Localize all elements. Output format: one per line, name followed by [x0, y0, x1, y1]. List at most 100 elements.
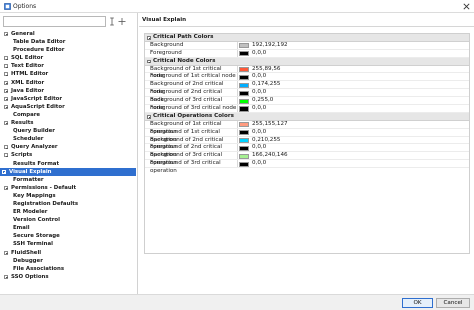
expand-toggle-icon[interactable]: [4, 145, 8, 150]
expand-toggle-icon[interactable]: [4, 250, 8, 255]
property-value[interactable]: 0,210,255: [252, 137, 280, 145]
color-swatch[interactable]: [239, 66, 249, 73]
property-row[interactable]: Foreground 0,0,0: [145, 49, 469, 58]
property-row[interactable]: Foreground of 2nd critical operation 0,0,…: [145, 144, 469, 158]
tree-item[interactable]: SSH Terminal: [2, 240, 137, 248]
property-row[interactable]: Background of 2nd critical operation 0,21…: [145, 136, 469, 150]
property-value[interactable]: 0,0,0: [252, 129, 266, 137]
text-cursor-icon[interactable]: [108, 17, 116, 26]
tree-item[interactable]: Secure Storage: [2, 232, 137, 240]
property-value[interactable]: 0,0,0: [252, 89, 266, 97]
color-swatch[interactable]: [239, 161, 249, 167]
tree-item[interactable]: Key Mappings: [2, 192, 137, 200]
expand-toggle-icon[interactable]: [4, 64, 8, 69]
expand-toggle-icon[interactable]: [4, 72, 8, 77]
property-row[interactable]: Foreground of 1st critical node 0,0,0: [145, 73, 469, 82]
tree-item[interactable]: Registration Defaults: [2, 200, 137, 208]
tree-item[interactable]: Formatter: [2, 176, 137, 184]
tree-item[interactable]: Results: [2, 119, 137, 127]
tree-item[interactable]: HTML Editor: [2, 70, 137, 78]
color-swatch[interactable]: [239, 145, 249, 152]
color-swatch[interactable]: [239, 74, 249, 81]
property-value[interactable]: 0,0,0: [252, 105, 266, 113]
search-box[interactable]: [3, 16, 106, 27]
expand-toggle-icon[interactable]: [4, 121, 8, 126]
expand-toggle-icon[interactable]: [2, 169, 6, 174]
expand-toggle-icon[interactable]: [4, 274, 8, 279]
color-swatch[interactable]: [239, 106, 249, 112]
expand-toggle-icon[interactable]: [4, 104, 8, 109]
property-value[interactable]: 0,0,0: [252, 144, 266, 152]
collapse-icon[interactable]: [147, 59, 151, 64]
cancel-button[interactable]: Cancel: [436, 298, 470, 308]
color-swatch[interactable]: [239, 82, 249, 88]
tree-item[interactable]: File Associations: [2, 265, 137, 273]
tree-item[interactable]: Visual Explain: [0, 167, 136, 176]
collapse-icon[interactable]: [147, 36, 151, 40]
color-swatch[interactable]: [239, 122, 249, 128]
property-value[interactable]: 255,89,56: [252, 66, 280, 74]
ok-button[interactable]: OK: [402, 298, 433, 308]
tree-item[interactable]: XML Editor: [2, 79, 137, 87]
expand-toggle-icon[interactable]: [4, 32, 8, 36]
tree-item[interactable]: Table Data Editor: [2, 38, 137, 46]
tree-item[interactable]: JavaScript Editor: [2, 95, 137, 103]
expand-toggle-icon[interactable]: [4, 153, 8, 158]
tree-item[interactable]: Email: [2, 224, 137, 232]
property-value[interactable]: 0,0,0: [252, 160, 266, 168]
property-section-header[interactable]: Critical Operations Colors: [145, 112, 469, 121]
property-row[interactable]: Background of 1st critical operation 255,…: [145, 120, 469, 135]
expand-toggle-icon[interactable]: [4, 185, 8, 190]
expand-toggle-icon[interactable]: [4, 96, 8, 101]
tree-item[interactable]: SSO Options: [2, 273, 137, 281]
property-row[interactable]: Background of 1st critical node 255,89,56: [145, 65, 469, 79]
tree-item[interactable]: ER Modeler: [2, 208, 137, 216]
tree-item[interactable]: Query Analyzer: [2, 143, 137, 151]
color-swatch[interactable]: [239, 51, 249, 57]
property-row[interactable]: Foreground of 3rd critical node 0,0,0: [145, 105, 469, 113]
tree-item[interactable]: Scripts: [2, 151, 137, 159]
property-value[interactable]: 0,0,0: [252, 73, 266, 81]
tree-item[interactable]: Permissions - Default: [2, 184, 137, 192]
tree-item[interactable]: General: [2, 30, 137, 38]
property-value[interactable]: 255,155,127: [252, 121, 288, 129]
property-row[interactable]: Background of 3rd critical node 0,255,0: [145, 97, 469, 111]
tree-item[interactable]: SQL Editor: [2, 54, 137, 62]
color-swatch[interactable]: [239, 130, 249, 136]
tree-item[interactable]: Query Builder: [2, 127, 137, 135]
tree-item[interactable]: Text Editor: [2, 62, 137, 70]
expand-all-icon[interactable]: [118, 17, 126, 26]
expand-toggle-icon[interactable]: [4, 88, 8, 93]
close-button[interactable]: [458, 0, 474, 13]
search-input[interactable]: [4, 17, 105, 26]
property-value[interactable]: 166,240,146: [252, 152, 288, 160]
property-value[interactable]: 0,255,0: [252, 97, 273, 105]
tree-item[interactable]: AquaScript Editor: [2, 103, 137, 111]
tree-item[interactable]: Procedure Editor: [2, 46, 137, 54]
color-swatch[interactable]: [239, 137, 249, 144]
expand-toggle-icon[interactable]: [4, 80, 8, 85]
color-swatch[interactable]: [239, 43, 249, 49]
property-section-header[interactable]: Critical Node Colors: [145, 57, 469, 66]
property-row[interactable]: Foreground of 1st critical operation 0,0,…: [145, 128, 469, 143]
collapse-icon[interactable]: [147, 115, 151, 119]
property-value[interactable]: 0,174,255: [252, 81, 280, 89]
tree-item[interactable]: Java Editor: [2, 87, 137, 95]
tree-item[interactable]: Results Format: [2, 160, 137, 168]
property-section-header[interactable]: Critical Path Colors: [145, 34, 469, 42]
color-swatch[interactable]: [239, 153, 249, 159]
tree-item[interactable]: Version Control: [2, 216, 137, 224]
property-value[interactable]: 192,192,192: [252, 42, 288, 50]
color-swatch[interactable]: [239, 90, 249, 96]
expand-toggle-icon[interactable]: [4, 56, 8, 61]
color-swatch[interactable]: [239, 98, 249, 104]
property-row[interactable]: Background of 3rd critical operation 166,…: [145, 152, 469, 166]
tree-item[interactable]: FluidShell: [2, 249, 137, 257]
property-row[interactable]: Foreground of 2nd critical node 0,0,0: [145, 89, 469, 103]
property-value[interactable]: 0,0,0: [252, 50, 266, 58]
property-row[interactable]: Background of 2nd critical node 0,174,255: [145, 81, 469, 95]
tree-item[interactable]: Debugger: [2, 257, 137, 265]
property-row[interactable]: Background 192,192,192: [145, 41, 469, 50]
property-row[interactable]: Foreground of 3rd critical operation 0,0,…: [145, 160, 469, 174]
tree-item[interactable]: Compare: [2, 111, 137, 119]
